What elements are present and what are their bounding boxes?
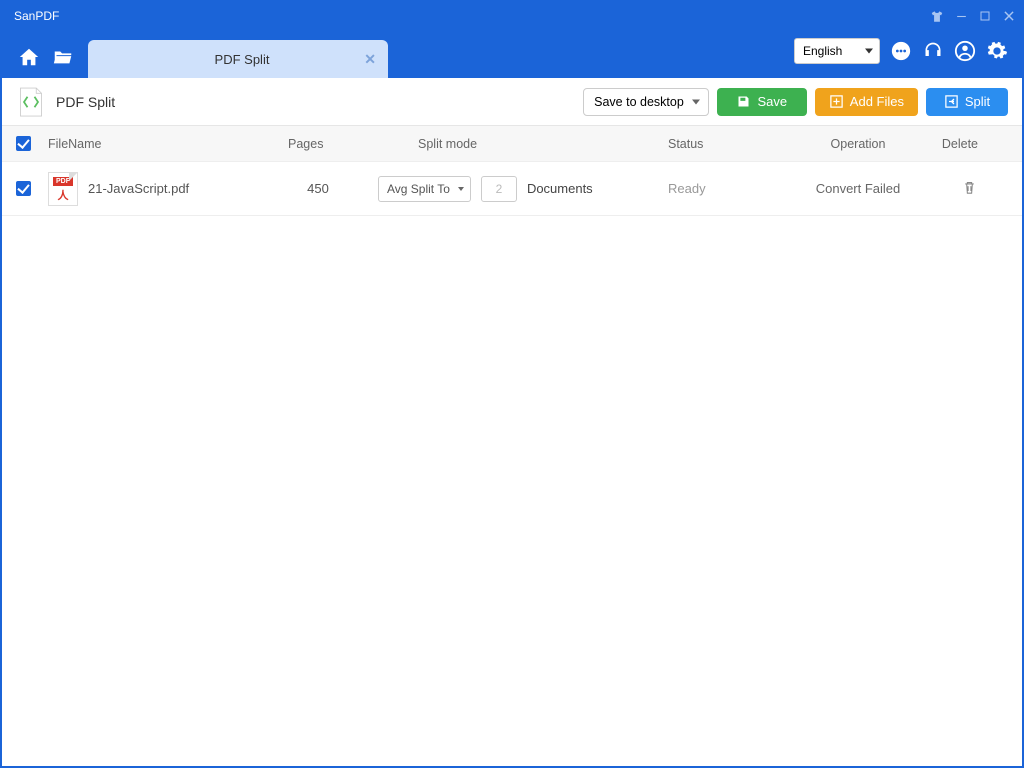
pdf-file-icon: PDF 人 [48,172,78,206]
table-header: FileName Pages Split mode Status Operati… [2,126,1022,162]
user-icon[interactable] [954,40,976,62]
gear-icon[interactable] [986,40,1008,62]
folder-open-icon[interactable] [52,46,74,68]
tab-pdf-split[interactable]: PDF Split ✕ [88,40,388,78]
add-files-button[interactable]: Add Files [815,88,918,116]
tshirt-icon[interactable] [930,9,944,23]
row-filename: 21-JavaScript.pdf [88,181,189,196]
delete-icon[interactable] [961,184,978,199]
row-operation: Convert Failed [788,181,928,196]
menubar: PDF Split ✕ English [2,30,1022,78]
app-title: SanPDF [14,9,59,23]
close-icon[interactable] [1002,9,1016,23]
minimize-icon[interactable] [954,9,968,23]
headphones-icon[interactable] [922,40,944,62]
toolbar-title: PDF Split [56,94,115,110]
save-to-dropdown[interactable]: Save to desktop [583,88,709,116]
row-pages: 450 [288,181,378,196]
split-mode-dropdown[interactable]: Avg Split To [378,176,471,202]
toolbar: PDF Split Save to desktop Save Add Files… [2,78,1022,126]
row-checkbox[interactable] [16,181,31,196]
tab-close-icon[interactable]: ✕ [364,51,376,68]
titlebar: SanPDF [2,2,1022,30]
table-row: PDF 人 21-JavaScript.pdf 450 Avg Split To… [2,162,1022,216]
header-delete: Delete [928,137,978,151]
pdf-split-icon [16,86,46,118]
header-status: Status [668,137,788,151]
row-status: Ready [668,181,788,196]
home-icon[interactable] [18,46,40,68]
language-select[interactable]: English [794,38,880,64]
split-button[interactable]: Split [926,88,1008,116]
save-button[interactable]: Save [717,88,807,116]
header-mode: Split mode [378,137,668,151]
header-pages: Pages [288,137,378,151]
split-count-input[interactable] [481,176,517,202]
mode-unit-label: Documents [527,181,593,196]
select-all-checkbox[interactable] [16,136,31,151]
header-operation: Operation [788,137,928,151]
tab-label: PDF Split [215,52,270,67]
maximize-icon[interactable] [978,9,992,23]
header-filename: FileName [48,137,288,151]
chat-icon[interactable] [890,40,912,62]
